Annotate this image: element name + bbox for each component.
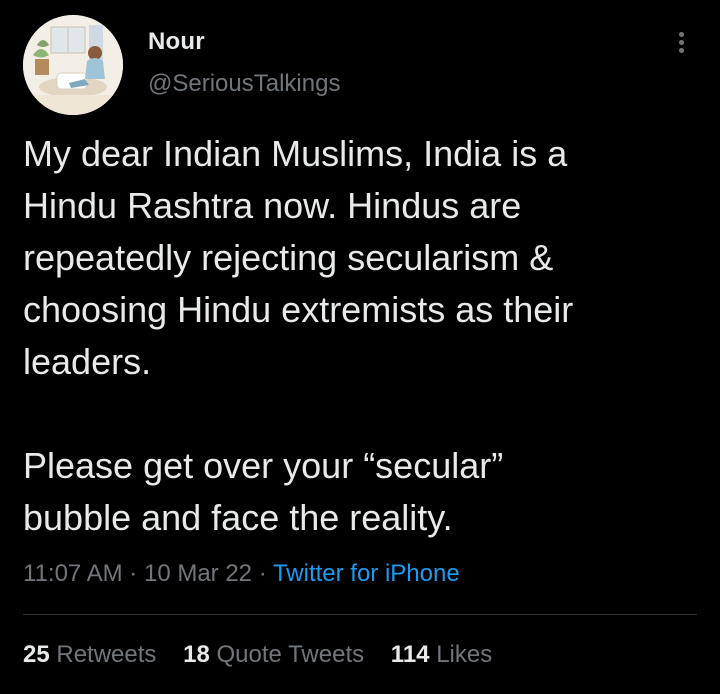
likes-stat[interactable]: 114 Likes (391, 641, 492, 669)
quote-tweets-stat[interactable]: 18 Quote Tweets (183, 641, 364, 669)
tweet-source-link[interactable]: Twitter for iPhone (273, 560, 460, 587)
more-vertical-icon (679, 40, 684, 45)
tweet-date[interactable]: 10 Mar 22 (144, 560, 252, 587)
tweet-stats: 25 Retweets 18 Quote Tweets 114 Likes (23, 641, 512, 669)
author-handle[interactable]: @SeriousTalkings (148, 70, 340, 98)
meta-separator: · (258, 560, 267, 587)
retweets-count: 25 (23, 641, 50, 668)
more-options-button[interactable] (668, 26, 696, 60)
more-vertical-icon (679, 32, 684, 37)
avatar[interactable] (23, 15, 123, 115)
tweet-meta: 11:07 AM · 10 Mar 22 · Twitter for iPhon… (23, 560, 460, 588)
quote-tweets-label: Quote Tweets (216, 641, 365, 668)
divider (23, 614, 697, 615)
meta-separator: · (129, 560, 138, 587)
retweets-stat[interactable]: 25 Retweets (23, 641, 156, 669)
more-vertical-icon (679, 48, 684, 53)
tweet-text: My dear Indian Muslims, India is a Hindu… (23, 133, 574, 538)
likes-label: Likes (436, 641, 493, 668)
tweet-time[interactable]: 11:07 AM (23, 560, 123, 587)
likes-count: 114 (390, 641, 430, 668)
author-name[interactable]: Nour (148, 28, 205, 56)
retweets-label: Retweets (56, 641, 157, 668)
avatar-illustration (23, 15, 123, 115)
quote-tweets-count: 18 (183, 641, 210, 668)
